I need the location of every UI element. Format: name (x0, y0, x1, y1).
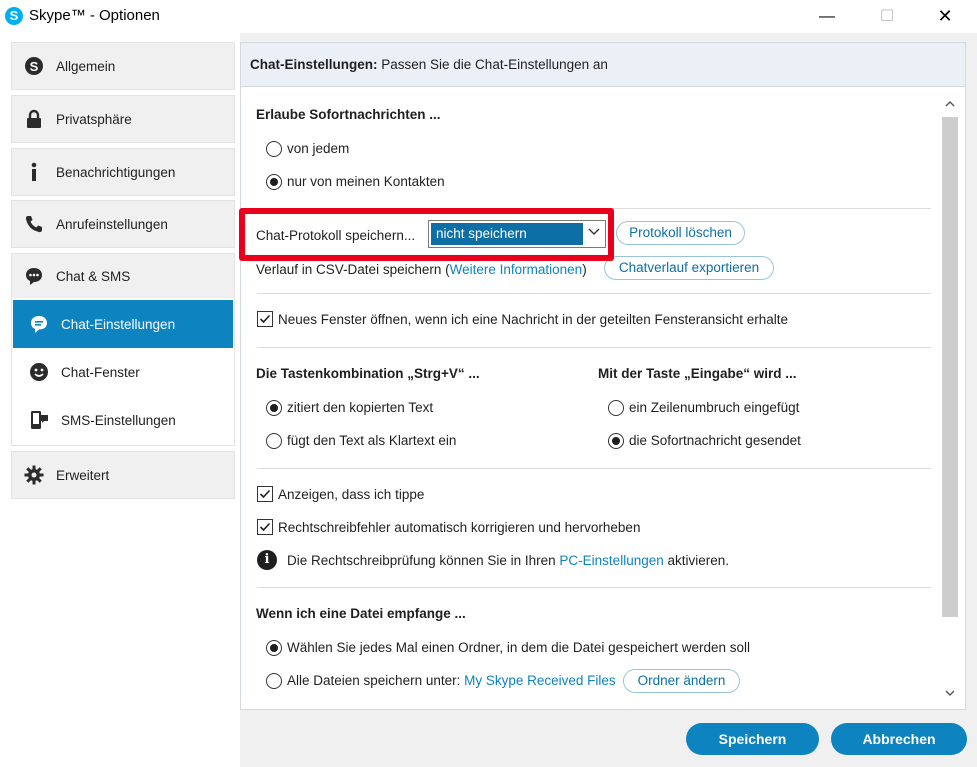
radio-enter-newline-label: ein Zeilenumbruch eingefügt (629, 400, 800, 415)
radio-contacts-only[interactable] (266, 174, 282, 190)
sidebar-item-privacy[interactable]: Privatsphäre (11, 95, 235, 143)
spellcheck-label: Rechtschreibfehler automatisch korrigier… (278, 520, 641, 535)
smiley-icon (29, 362, 49, 382)
divider (257, 468, 931, 469)
spellcheck-info-text: Die Rechtschreibprüfung können Sie in Ih… (287, 553, 729, 568)
sidebar-item-label: Anrufeinstellungen (56, 216, 168, 232)
vertical-scrollbar[interactable] (940, 92, 959, 704)
sidebar-item-label: Benachrichtigungen (56, 164, 176, 180)
sidebar: S Allgemein Privatsphäre Benachrichtigun… (0, 33, 240, 767)
chevron-down-icon (588, 225, 600, 240)
divider (257, 208, 931, 209)
scroll-up-icon[interactable] (944, 98, 956, 110)
radio-enter-newline[interactable] (608, 400, 624, 416)
skype-icon: S (24, 56, 44, 76)
sidebar-item-label: Chat-Fenster (61, 364, 140, 380)
skype-logo-icon: S (5, 7, 23, 25)
radio-enter-send[interactable] (608, 433, 624, 449)
radio-paste-quote[interactable] (266, 400, 282, 416)
sidebar-item-general[interactable]: S Allgemein (11, 42, 235, 90)
svg-text:S: S (30, 59, 39, 74)
change-folder-button[interactable]: Ordner ändern (623, 669, 740, 693)
typing-indicator-checkbox[interactable] (257, 486, 273, 502)
scroll-down-icon[interactable] (944, 687, 956, 699)
spellcheck-info-before: Die Rechtschreibprüfung können Sie in Ih… (287, 553, 560, 568)
radio-paste-quote-label: zitiert den kopierten Text (287, 400, 434, 415)
chat-history-select-value: nicht speichern (431, 223, 583, 245)
file-receive-heading: Wenn ich eine Datei empfange ... (256, 606, 466, 621)
lock-icon (24, 109, 44, 129)
chat-history-label: Chat-Protokoll speichern... (256, 228, 416, 243)
radio-ask-folder[interactable] (266, 640, 282, 656)
cancel-button[interactable]: Abbrechen (831, 723, 967, 755)
title-bar: S Skype™ - Optionen — ☐ ✕ (0, 0, 977, 33)
radio-from-everyone-label: von jedem (287, 141, 350, 156)
scrollbar-thumb[interactable] (942, 117, 958, 617)
chat-icon (24, 266, 44, 286)
sms-icon (29, 410, 49, 430)
spellcheck-info-after: aktivieren. (663, 553, 730, 568)
sidebar-item-advanced[interactable]: Erweitert (11, 451, 235, 499)
settings-panel: Erlaube Sofortnachrichten ... von jedem … (240, 87, 966, 710)
sidebar-item-chat-sms[interactable]: Chat & SMS (12, 254, 234, 298)
radio-contacts-only-label: nur von meinen Kontakten (287, 174, 445, 189)
page-title-bold: Chat-Einstellungen: (250, 57, 378, 72)
export-history-button[interactable]: Chatverlauf exportieren (604, 256, 774, 280)
radio-save-all-label: Alle Dateien speichern unter: My Skype R… (287, 673, 616, 688)
csv-export-paren: ) (582, 262, 587, 277)
radio-ask-folder-label: Wählen Sie jedes Mal einen Ordner, in de… (287, 640, 751, 655)
save-button[interactable]: Speichern (686, 723, 819, 755)
new-window-label: Neues Fenster öffnen, wenn ich eine Nach… (278, 312, 789, 327)
minimize-button[interactable]: — (804, 0, 850, 33)
sidebar-item-label: Chat-Einstellungen (61, 316, 176, 332)
sidebar-item-chat-settings[interactable]: Chat-Einstellungen (13, 300, 233, 348)
radio-from-everyone[interactable] (266, 141, 282, 157)
sidebar-item-label: Privatsphäre (56, 111, 132, 127)
page-title-rest: Passen Sie die Chat-Einstellungen an (377, 57, 608, 72)
window-title: Skype™ - Optionen (29, 7, 160, 24)
info-icon (24, 162, 44, 182)
close-button[interactable]: ✕ (922, 0, 968, 33)
chat-bubble-icon (29, 314, 49, 334)
radio-save-all[interactable] (266, 673, 282, 689)
chat-history-select[interactable]: nicht speichern (428, 220, 606, 248)
more-info-link[interactable]: Weitere Informationen (450, 262, 583, 277)
csv-export-text: Verlauf in CSV-Datei speichern (Weitere … (256, 262, 587, 277)
instant-messages-heading: Erlaube Sofortnachrichten ... (256, 107, 441, 122)
divider (257, 347, 931, 348)
sidebar-item-label: SMS-Einstellungen (61, 412, 176, 428)
received-files-folder-link[interactable]: My Skype Received Files (464, 673, 616, 688)
page-title: Chat-Einstellungen: Passen Sie die Chat-… (240, 42, 966, 87)
gear-icon (24, 465, 44, 485)
typing-indicator-label: Anzeigen, dass ich tippe (278, 487, 425, 502)
info-circle-icon: i (257, 550, 277, 570)
enter-heading: Mit der Taste „Eingabe“ wird ... (598, 366, 797, 381)
radio-paste-plain[interactable] (266, 433, 282, 449)
save-all-text: Alle Dateien speichern unter: (287, 673, 465, 688)
csv-export-label: Verlauf in CSV-Datei speichern ( (256, 262, 450, 277)
spellcheck-checkbox[interactable] (257, 519, 273, 535)
sidebar-item-sms-settings[interactable]: SMS-Einstellungen (13, 396, 233, 444)
sidebar-group-chat-sms: Chat & SMS Chat-Einstellungen Chat-Fenst… (11, 253, 235, 446)
delete-history-button[interactable]: Protokoll löschen (616, 221, 745, 245)
phone-icon (24, 214, 44, 234)
sidebar-item-chat-window[interactable]: Chat-Fenster (13, 348, 233, 396)
sidebar-item-label: Erweitert (56, 467, 110, 483)
paste-heading: Die Tastenkombination „Strg+V“ ... (256, 366, 480, 381)
sidebar-item-calls[interactable]: Anrufeinstellungen (11, 200, 235, 248)
divider (257, 293, 931, 294)
new-window-checkbox[interactable] (257, 311, 273, 327)
radio-enter-send-label: die Sofortnachricht gesendet (629, 433, 801, 448)
radio-paste-plain-label: fügt den Text als Klartext ein (287, 433, 457, 448)
sidebar-item-label: Chat & SMS (56, 268, 131, 284)
sidebar-item-notifications[interactable]: Benachrichtigungen (11, 148, 235, 196)
sidebar-item-label: Allgemein (56, 58, 116, 74)
maximize-button[interactable]: ☐ (864, 0, 910, 33)
divider (257, 587, 931, 588)
pc-settings-link[interactable]: PC-Einstellungen (559, 553, 663, 568)
